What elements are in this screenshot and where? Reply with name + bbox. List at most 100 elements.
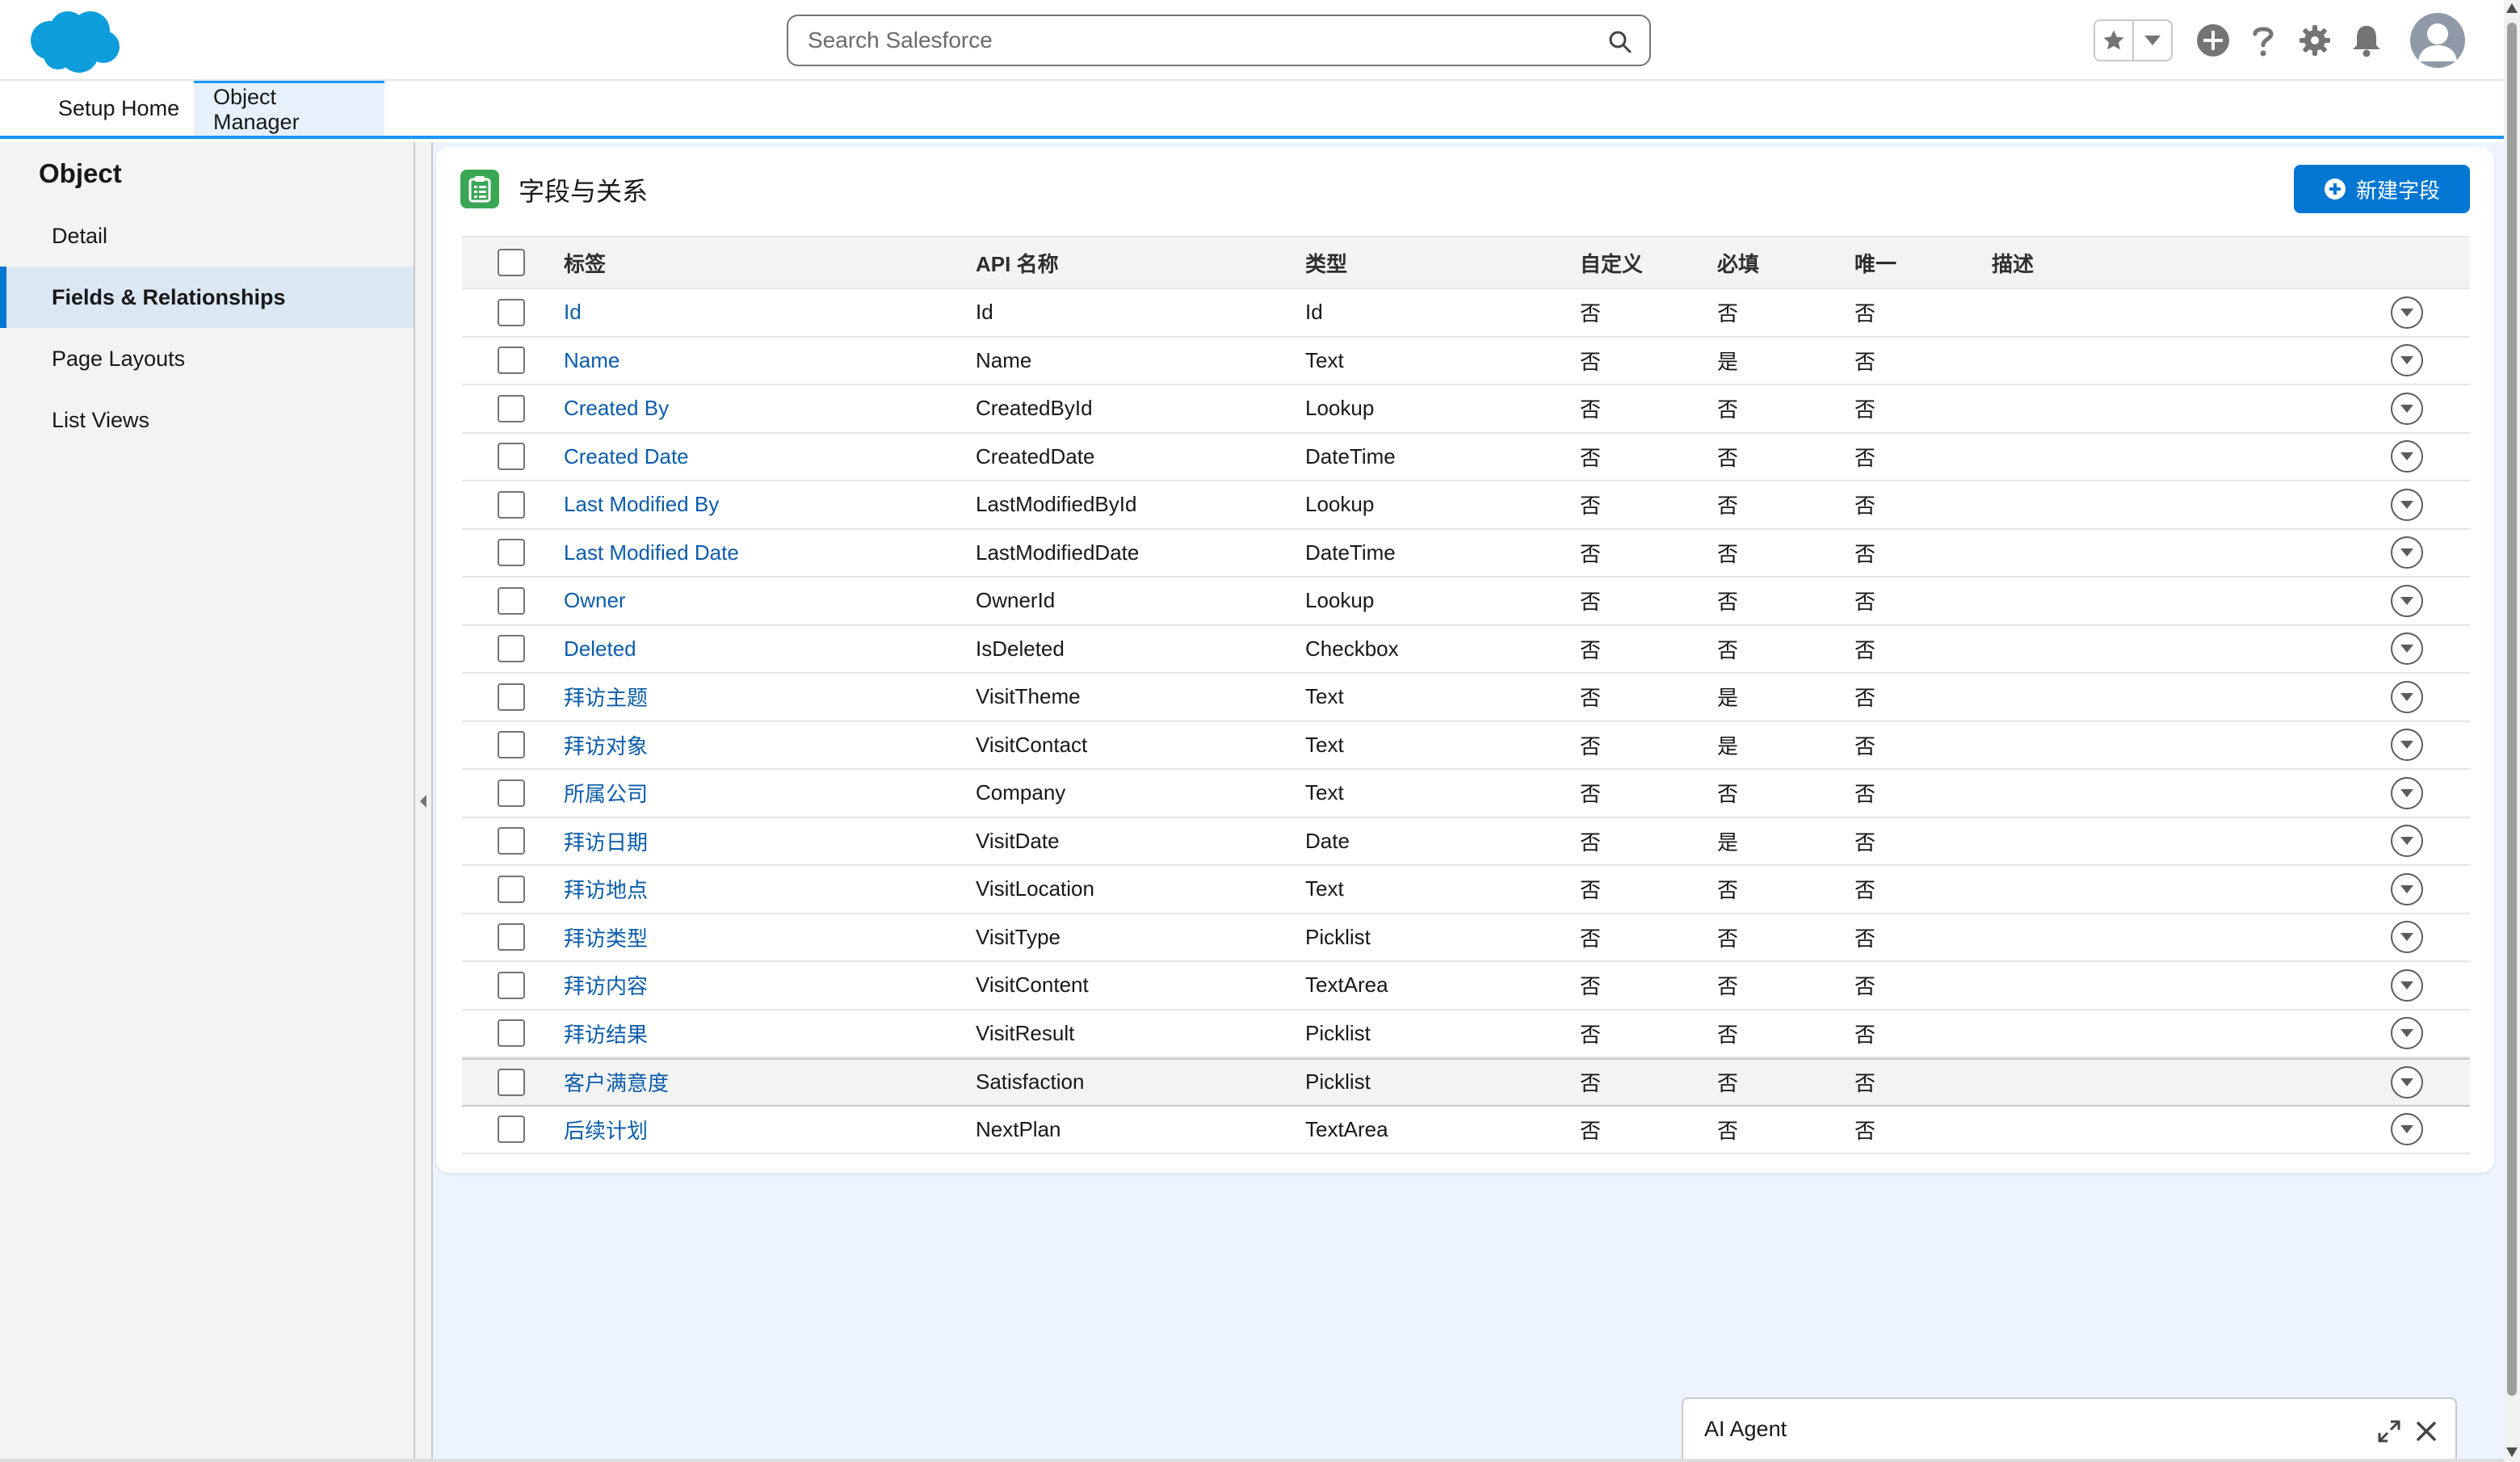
row-actions-menu[interactable]: [2391, 921, 2423, 954]
help-button[interactable]: [2244, 21, 2283, 60]
row-checkbox[interactable]: [498, 1068, 525, 1096]
row-checkbox[interactable]: [498, 635, 525, 663]
field-label-link[interactable]: 拜访类型: [564, 914, 648, 961]
row-actions-menu[interactable]: [2391, 536, 2423, 569]
sidebar-item-page-layouts[interactable]: Page Layouts: [0, 328, 414, 389]
field-label-link[interactable]: 所属公司: [564, 770, 648, 817]
field-label-link[interactable]: 拜访主题: [564, 674, 648, 720]
field-label-link[interactable]: Owner: [564, 578, 626, 624]
new-field-button[interactable]: 新建字段: [2294, 165, 2470, 213]
row-actions-menu[interactable]: [2391, 968, 2423, 1002]
scroll-down-arrow-icon[interactable]: [2506, 1447, 2518, 1457]
row-checkbox[interactable]: [498, 394, 525, 422]
field-label-link[interactable]: Id: [564, 289, 582, 336]
field-label-link[interactable]: 拜访对象: [564, 722, 648, 769]
field-label-link[interactable]: 拜访日期: [564, 818, 648, 865]
tab-object-manager[interactable]: Object Manager: [194, 81, 384, 136]
field-type: Text: [1305, 347, 1344, 372]
row-checkbox[interactable]: [498, 1019, 525, 1048]
row-checkbox[interactable]: [498, 779, 525, 807]
row-actions-menu[interactable]: [2391, 584, 2423, 617]
row-actions-menu[interactable]: [2391, 488, 2423, 521]
field-label-link[interactable]: Deleted: [564, 626, 636, 673]
salesforce-logo-icon[interactable]: [26, 8, 121, 74]
row-checkbox[interactable]: [498, 827, 525, 855]
favorites-button[interactable]: [2095, 21, 2134, 60]
field-label-link[interactable]: 拜访内容: [564, 962, 648, 1009]
global-actions-button[interactable]: [2194, 21, 2232, 60]
field-label-link[interactable]: 拜访地点: [564, 866, 648, 913]
row-actions-menu[interactable]: [2391, 729, 2423, 762]
scrollbar-thumb[interactable]: [2507, 23, 2517, 1396]
row-checkbox[interactable]: [498, 298, 525, 326]
row-checkbox[interactable]: [498, 347, 525, 375]
field-label-link[interactable]: Name: [564, 338, 620, 384]
global-search-box[interactable]: [787, 15, 1651, 66]
row-checkbox[interactable]: [498, 971, 525, 999]
row-actions-menu[interactable]: [2391, 392, 2423, 425]
sidebar-item-list-views[interactable]: List Views: [0, 389, 414, 451]
row-actions-menu[interactable]: [2391, 1017, 2423, 1050]
gear-icon: [2300, 25, 2330, 56]
collapse-sidebar-icon[interactable]: [418, 793, 428, 809]
setup-button[interactable]: [2295, 21, 2334, 60]
field-label-link[interactable]: Created Date: [564, 434, 689, 481]
sidebar-item-fields-relationships[interactable]: Fields & Relationships: [0, 267, 414, 328]
field-label-link[interactable]: 客户满意度: [564, 1060, 669, 1105]
row-actions-menu[interactable]: [2391, 776, 2423, 809]
row-checkbox[interactable]: [498, 443, 525, 471]
field-label-link[interactable]: Last Modified By: [564, 481, 719, 528]
table-header: 标签 API 名称 类型 自定义 必填 唯一 描述: [462, 236, 2470, 289]
table-row: Deleted IsDeleted Checkbox 否 否 否: [462, 625, 2470, 674]
row-actions-menu[interactable]: [2391, 680, 2423, 713]
row-checkbox[interactable]: [498, 490, 525, 519]
row-actions-menu[interactable]: [2391, 440, 2423, 473]
favorites-list-button[interactable]: [2134, 21, 2171, 60]
field-label-link[interactable]: Created By: [564, 385, 669, 432]
expand-icon[interactable]: [2376, 1418, 2402, 1444]
column-header-required[interactable]: 必填: [1717, 237, 1759, 288]
row-actions-menu[interactable]: [2391, 1113, 2423, 1146]
row-checkbox[interactable]: [498, 683, 525, 711]
column-header-type[interactable]: 类型: [1305, 237, 1347, 288]
search-icon[interactable]: [1607, 29, 1633, 55]
field-custom: 否: [1580, 445, 1602, 470]
field-custom: 否: [1580, 541, 1602, 566]
field-label-link[interactable]: 拜访结果: [564, 1010, 648, 1057]
chevron-down-icon: [2400, 645, 2413, 653]
search-input[interactable]: [808, 23, 1583, 58]
page-scrollbar[interactable]: [2504, 0, 2520, 1462]
row-checkbox[interactable]: [498, 923, 525, 952]
row-actions-menu[interactable]: [2391, 1065, 2423, 1099]
field-label-link[interactable]: Last Modified Date: [564, 530, 739, 577]
column-header-unique[interactable]: 唯一: [1854, 237, 1896, 288]
column-header-api-name[interactable]: API 名称: [976, 237, 1059, 288]
user-avatar[interactable]: [2410, 13, 2465, 68]
row-actions-menu[interactable]: [2391, 632, 2423, 666]
row-checkbox[interactable]: [498, 586, 525, 615]
row-checkbox[interactable]: [498, 731, 525, 759]
field-label-link[interactable]: 后续计划: [564, 1107, 648, 1153]
row-checkbox[interactable]: [498, 1115, 525, 1144]
field-custom: 否: [1580, 301, 1602, 326]
notifications-button[interactable]: [2347, 21, 2386, 60]
sidebar-item-label: Page Layouts: [52, 346, 186, 371]
column-header-description[interactable]: 描述: [1992, 237, 2034, 288]
ai-agent-panel[interactable]: AI Agent: [1682, 1397, 2457, 1462]
select-all-checkbox[interactable]: [498, 249, 525, 276]
row-actions-menu[interactable]: [2391, 344, 2423, 377]
row-actions-menu[interactable]: [2391, 296, 2423, 329]
tab-setup-home[interactable]: Setup Home: [39, 81, 199, 136]
table-row: Name Name Text 否 是 否: [462, 337, 2470, 385]
sidebar-item-detail[interactable]: Detail: [0, 205, 414, 267]
field-unique: 否: [1854, 397, 1876, 422]
row-checkbox[interactable]: [498, 875, 525, 903]
close-icon[interactable]: [2413, 1418, 2439, 1444]
row-actions-menu[interactable]: [2391, 825, 2423, 858]
scroll-up-arrow-icon[interactable]: [2506, 3, 2518, 13]
column-header-custom[interactable]: 自定义: [1580, 237, 1643, 288]
row-actions-menu[interactable]: [2391, 872, 2423, 905]
row-checkbox[interactable]: [498, 539, 525, 567]
column-header-label[interactable]: 标签: [564, 237, 606, 288]
table-row: 后续计划 NextPlan TextArea 否 否 否: [462, 1106, 2470, 1154]
